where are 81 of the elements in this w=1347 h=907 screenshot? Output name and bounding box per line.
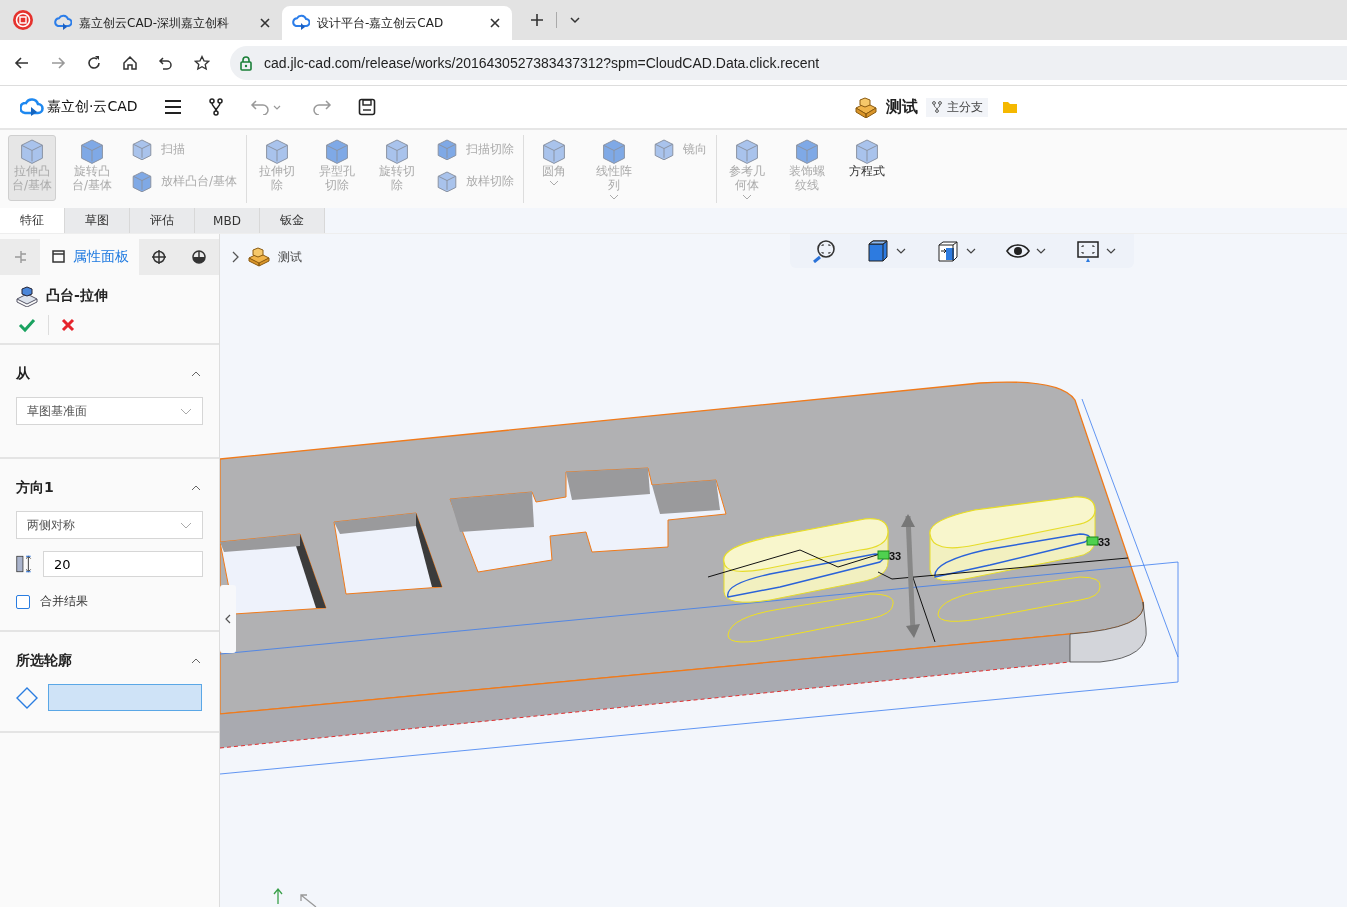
caret-icon[interactable]	[569, 14, 581, 26]
zoom-fit-icon[interactable]	[812, 239, 836, 263]
ribbon-tab[interactable]: 特征	[0, 208, 65, 233]
tool-icon	[264, 138, 291, 164]
save-icon[interactable]	[357, 98, 376, 116]
tool-icon	[131, 138, 153, 160]
tool-icon	[131, 170, 153, 192]
dimension-label: 33	[1098, 536, 1111, 548]
dimension-label: 33	[889, 550, 902, 562]
confirm-check-icon[interactable]	[18, 317, 36, 333]
lock-icon	[238, 54, 254, 71]
cube-icon[interactable]	[866, 239, 890, 263]
cloud-logo-icon	[20, 96, 44, 118]
branch-tag[interactable]: 主分支	[925, 97, 988, 117]
crosshair-icon	[151, 249, 168, 265]
document-title: 测试	[885, 96, 918, 118]
new-tab-icon[interactable]	[530, 13, 544, 27]
bookmark-star-icon[interactable]	[194, 54, 210, 71]
section-title: 所选轮廓	[16, 652, 72, 670]
diamond-icon	[16, 686, 38, 709]
tool-icon	[794, 138, 821, 164]
caret-icon[interactable]	[896, 248, 906, 254]
ribbon-tool-button[interactable]: 方程式	[843, 135, 892, 201]
chevron-icon[interactable]	[191, 371, 201, 377]
tool-icon	[324, 138, 351, 164]
globe-icon	[191, 249, 208, 265]
reload-icon[interactable]	[86, 54, 102, 71]
close-icon[interactable]	[488, 16, 502, 30]
home-icon[interactable]	[122, 54, 138, 71]
address-bar[interactable]: cad.jlc-cad.com/release/works/2016430527383437312?spm=CloudCAD.Data.click.recent	[230, 45, 1347, 80]
cloud-icon	[54, 14, 72, 32]
axis-triad-icon	[273, 887, 317, 907]
logo-text: 嘉立创·云CAD	[47, 98, 138, 116]
tool-icon	[436, 138, 459, 160]
branch-icon[interactable]	[207, 98, 224, 116]
back-icon[interactable]	[14, 54, 30, 71]
tool-icon	[436, 170, 459, 192]
tool-icon	[653, 138, 676, 160]
extrude-icon	[16, 285, 38, 307]
feature-title: 凸台-拉伸	[46, 287, 108, 305]
panel-icon	[50, 249, 67, 265]
screen-icon[interactable]	[1076, 239, 1100, 263]
dropdown[interactable]: 两侧对称	[16, 511, 203, 539]
part-icon	[853, 96, 878, 118]
tool-icon	[601, 138, 628, 164]
browser-logo-icon	[12, 9, 34, 31]
tool-icon	[79, 138, 105, 164]
tool-icon	[384, 138, 411, 164]
part-icon	[248, 247, 270, 267]
caret-icon	[180, 407, 192, 415]
section-title: 方向1	[16, 479, 54, 497]
caret-icon[interactable]	[966, 248, 976, 254]
cloud-icon	[292, 14, 310, 32]
caret-icon	[180, 521, 192, 529]
cancel-x-icon[interactable]	[61, 318, 75, 332]
view-orientation-icon[interactable]	[936, 239, 960, 263]
checkbox-label: 合并结果	[40, 593, 88, 610]
tool-icon	[854, 138, 881, 164]
tool-icon	[19, 138, 45, 164]
checkbox[interactable]	[16, 594, 30, 609]
caret-icon[interactable]	[1106, 248, 1116, 254]
depth-icon	[16, 552, 33, 576]
collapse-handle-icon[interactable]	[220, 585, 236, 653]
section-title: 从	[16, 365, 30, 383]
chevron-icon[interactable]	[191, 485, 201, 491]
tool-icon	[541, 138, 568, 164]
dropdown[interactable]: 草图基准面	[16, 397, 203, 425]
caret-icon[interactable]	[1036, 248, 1046, 254]
depth-input[interactable]: 20	[43, 551, 203, 577]
chevron-icon[interactable]	[191, 658, 201, 664]
forward-icon[interactable]	[50, 54, 66, 71]
browser-tab[interactable]: 设计平台-嘉立创云CAD	[282, 6, 512, 40]
branch-icon	[930, 101, 943, 113]
close-icon[interactable]	[258, 16, 272, 30]
tool-icon	[734, 138, 761, 164]
undo-icon[interactable]	[158, 54, 174, 71]
browser-tab[interactable]: 嘉立创云CAD-深圳嘉立创科	[44, 6, 282, 40]
menu-icon[interactable]	[163, 99, 182, 115]
chevron-right-icon[interactable]	[232, 251, 240, 263]
panel-tab[interactable]: 属性面板	[39, 239, 140, 275]
breadcrumb-item[interactable]: 测试	[278, 248, 302, 266]
